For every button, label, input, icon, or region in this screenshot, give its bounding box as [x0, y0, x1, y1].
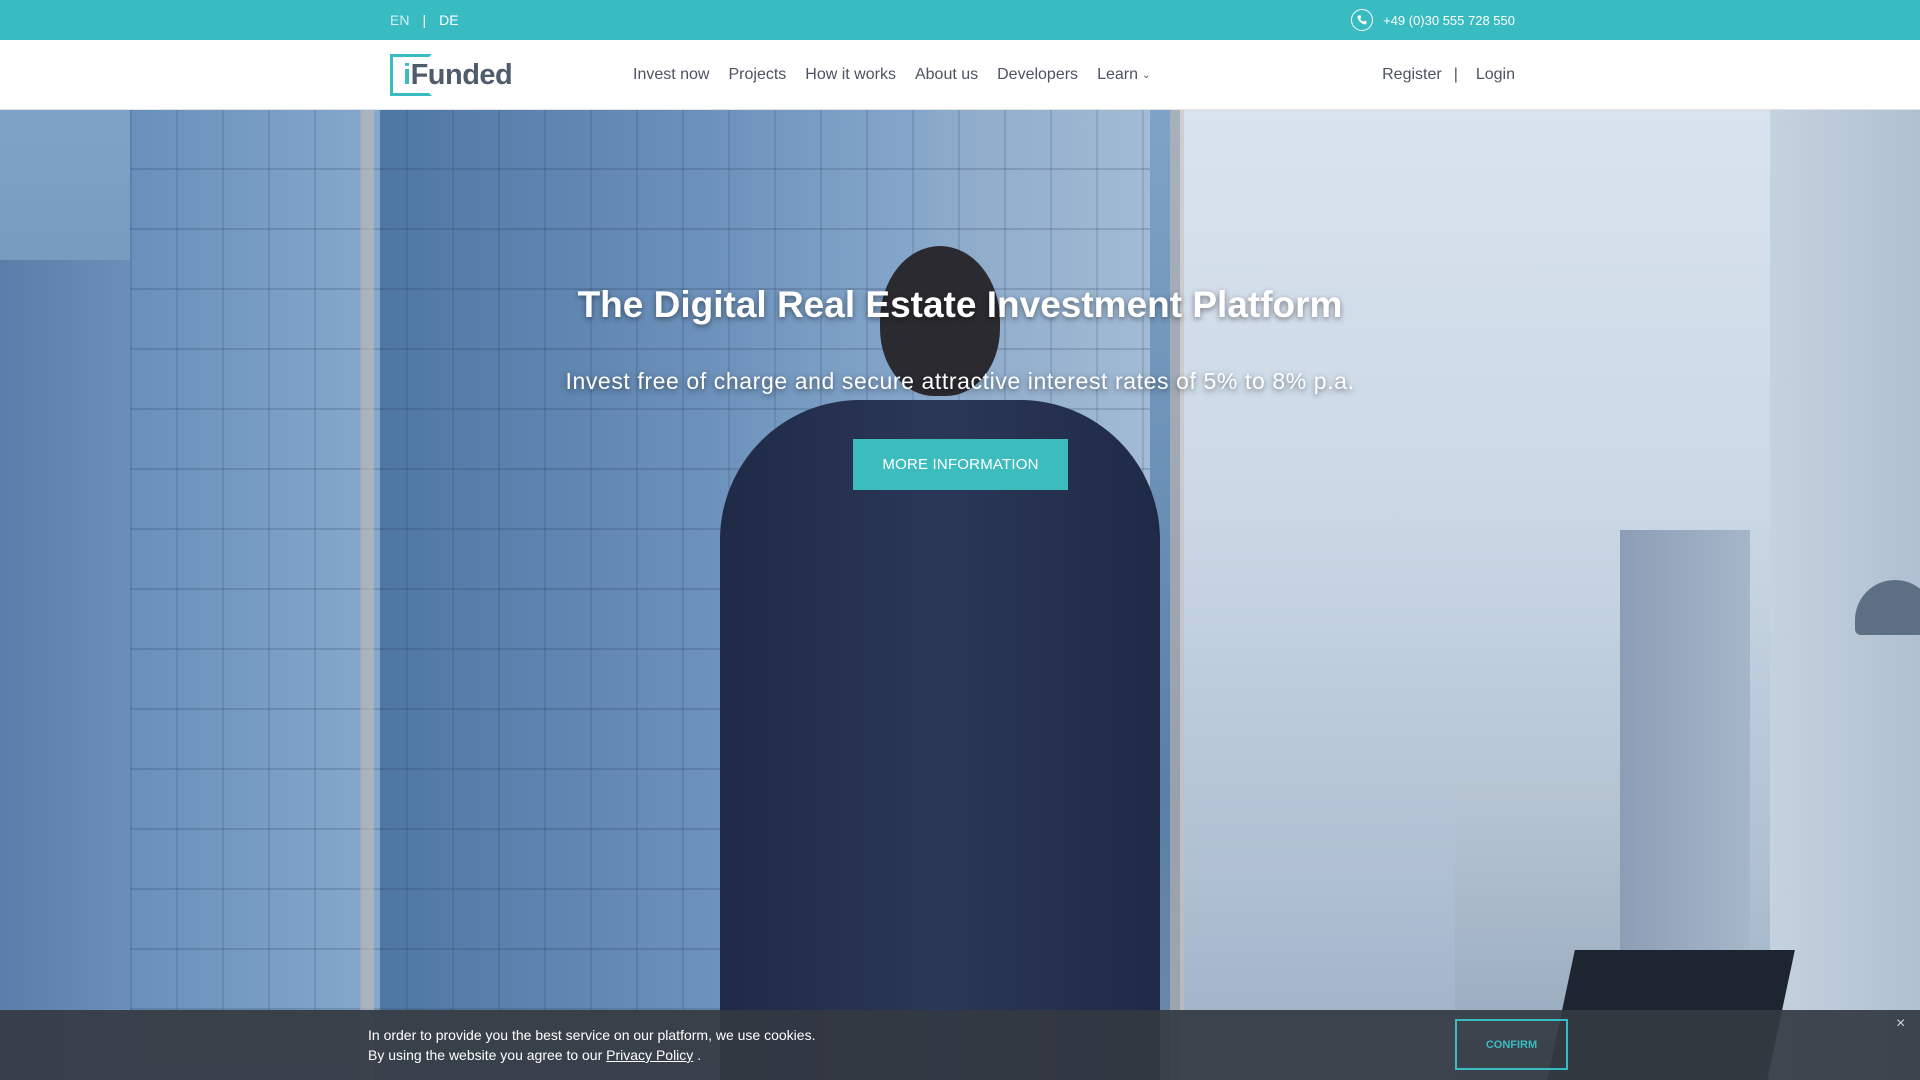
main-nav: Invest now Projects How it works About u…	[633, 40, 1169, 110]
close-icon[interactable]: ×	[1896, 1015, 1905, 1033]
nav-about-us[interactable]: About us	[915, 66, 978, 84]
login-link[interactable]: Login	[1476, 66, 1515, 84]
register-link[interactable]: Register	[1382, 66, 1442, 84]
language-switcher: EN | DE	[390, 0, 459, 40]
more-information-button[interactable]: MORE INFORMATION	[853, 439, 1068, 490]
phone-number: +49 (0)30 555 728 550	[1383, 12, 1515, 28]
phone-icon	[1351, 9, 1374, 31]
nav-learn-label: Learn	[1097, 66, 1138, 83]
cookie-confirm-button[interactable]: CONFIRM	[1455, 1019, 1568, 1070]
cookie-line-2: By using the website you agree to our Pr…	[368, 1045, 815, 1065]
logo-frame: iFunded	[390, 54, 513, 96]
ifunded-logo[interactable]: iFunded	[390, 54, 513, 96]
hero-title: The Digital Real Estate Investment Platf…	[577, 284, 1343, 325]
hero-subtitle: Invest free of charge and secure attract…	[565, 368, 1355, 394]
nav-invest-now[interactable]: Invest now	[633, 66, 709, 84]
auth-links: Register | Login	[1382, 40, 1515, 110]
cookie-banner: In order to provide you the best service…	[0, 1010, 1920, 1080]
privacy-policy-link[interactable]: Privacy Policy	[606, 1047, 693, 1063]
hero-person-body	[720, 400, 1160, 1080]
lang-en-link[interactable]: EN	[390, 12, 409, 28]
cookie-line-2-suffix: .	[697, 1047, 702, 1063]
hero-section: The Digital Real Estate Investment Platf…	[0, 110, 1920, 1080]
nav-developers[interactable]: Developers	[997, 66, 1078, 84]
cookie-line-2-prefix: By using the website you agree to our	[368, 1047, 603, 1063]
hero-window-frame	[1170, 110, 1184, 1080]
top-bar: EN | DE +49 (0)30 555 728 550	[0, 0, 1920, 40]
nav-how-it-works[interactable]: How it works	[805, 66, 896, 84]
lang-de-link[interactable]: DE	[439, 12, 458, 28]
nav-learn[interactable]: Learn ⌄	[1097, 66, 1150, 84]
phone-contact[interactable]: +49 (0)30 555 728 550	[1351, 0, 1515, 40]
hero-window-frame	[360, 110, 374, 1080]
chevron-down-icon: ⌄	[1141, 69, 1151, 81]
main-header: iFunded Invest now Projects How it works…	[0, 40, 1920, 110]
cookie-message: In order to provide you the best service…	[368, 1025, 815, 1065]
logo-wordmark: iFunded	[403, 59, 513, 91]
cookie-line-1: In order to provide you the best service…	[368, 1027, 816, 1043]
lang-separator: |	[422, 12, 427, 28]
auth-separator: |	[1453, 66, 1458, 83]
nav-projects[interactable]: Projects	[728, 66, 786, 84]
